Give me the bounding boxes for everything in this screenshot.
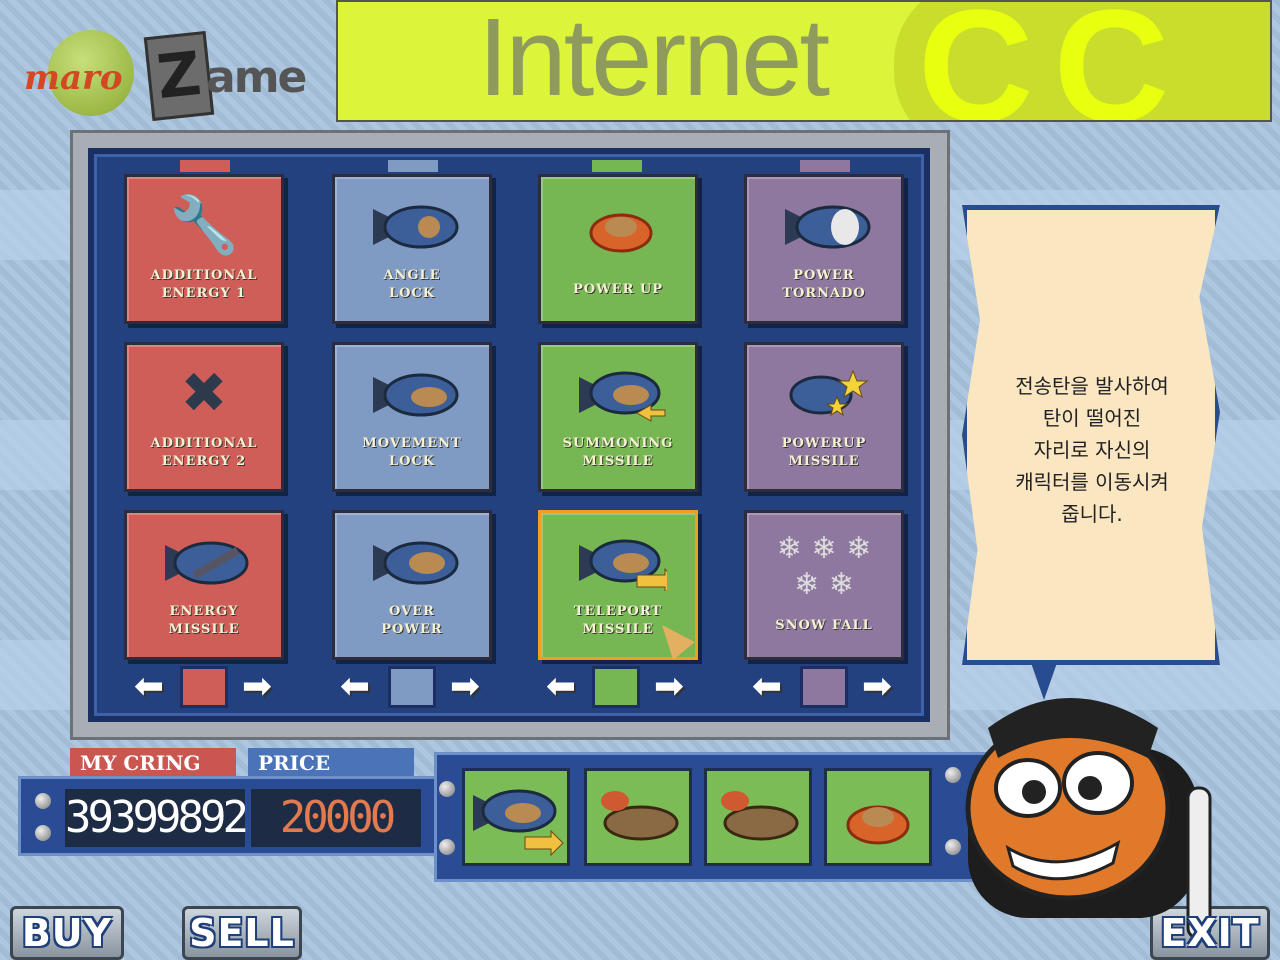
bolt-icon <box>439 839 455 855</box>
my-cring-value: 39399892 <box>65 789 249 847</box>
column-tab-purple <box>800 160 850 172</box>
fire-ring-icon <box>589 213 653 253</box>
wallet-panel: 39399892 20000 <box>18 776 438 856</box>
item-over-power[interactable]: OVER POWER <box>332 510 492 660</box>
item-label: POWER UP <box>572 282 664 297</box>
item-energy-missile[interactable]: ENERGY MISSILE <box>124 510 284 660</box>
next-arrow-green[interactable]: ➡ <box>648 668 690 706</box>
item-label: SUMMONING MISSILE <box>562 436 674 469</box>
snowflake-icon: ❄ ❄ ❄ ❄ ❄ <box>776 531 872 602</box>
item-snow-fall[interactable]: ❄ ❄ ❄ ❄ ❄ SNOW FALL <box>744 510 904 660</box>
item-additional-energy-1[interactable]: 🔧 ADDITIONAL ENERGY 1 <box>124 174 284 324</box>
logo-text-maro: maro <box>24 58 123 98</box>
my-cring-label: MY CRING <box>70 748 236 778</box>
item-label: ADDITIONAL ENERGY 1 <box>150 268 258 301</box>
column-tab-red <box>180 160 230 172</box>
missile-icon <box>373 541 459 585</box>
next-arrow-purple[interactable]: ➡ <box>856 668 898 706</box>
buy-button[interactable]: BUY <box>10 906 124 960</box>
missile-icon <box>785 205 871 249</box>
tank-icon <box>601 791 679 841</box>
missile-icon <box>373 373 459 417</box>
inventory-slot[interactable] <box>704 768 812 866</box>
wrench-icon: 🔧 <box>169 193 239 258</box>
item-label: POWER TORNADO <box>782 268 866 301</box>
item-power-up[interactable]: POWER UP <box>538 174 698 324</box>
crossed-wrenches-icon: ✖ <box>180 361 228 426</box>
item-description: 전송탄을 발사하여 탄이 떨어진 자리로 자신의 캐릭터를 이동시켜 줍니다. <box>1015 374 1169 526</box>
item-summoning-missile[interactable]: SUMMONING MISSILE <box>538 342 698 492</box>
exit-button[interactable]: EXIT <box>1150 906 1270 960</box>
tank-icon <box>721 791 799 841</box>
prev-arrow-red[interactable]: ⬅ <box>128 668 170 706</box>
prev-arrow-blue[interactable]: ⬅ <box>334 668 376 706</box>
stars-missile-icon <box>789 369 869 417</box>
price-label: PRICE <box>248 748 414 778</box>
item-label: MOVEMENT LOCK <box>362 436 462 469</box>
swatch-green <box>592 666 640 708</box>
logo-text-ame: ame <box>206 52 307 103</box>
item-additional-energy-2[interactable]: ✖ ADDITIONAL ENERGY 2 <box>124 342 284 492</box>
item-powerup-missile[interactable]: POWERUP MISSILE <box>744 342 904 492</box>
item-label: POWERUP MISSILE <box>781 436 867 469</box>
bolt-icon <box>439 781 455 797</box>
banner-tagline: Internet <box>478 0 830 119</box>
teleport-missile-icon <box>473 789 564 857</box>
price-value: 20000 <box>251 789 421 847</box>
missile-icon <box>165 541 249 585</box>
banner-cc: CC <box>918 0 1190 122</box>
prev-arrow-green[interactable]: ⬅ <box>540 668 582 706</box>
logo-z-icon: Z <box>143 30 215 122</box>
missile-icon <box>579 539 667 591</box>
internet-cc-banner: CC Internet <box>336 0 1272 122</box>
bolt-icon <box>35 793 51 809</box>
fire-ring-icon <box>846 805 910 845</box>
missile-icon <box>373 205 459 249</box>
column-tab-blue <box>388 160 438 172</box>
item-power-tornado[interactable]: POWER TORNADO <box>744 174 904 324</box>
item-teleport-missile[interactable]: TELEPORT MISSILE <box>538 510 698 661</box>
item-label: OVER POWER <box>381 604 443 637</box>
swatch-blue <box>388 666 436 708</box>
item-label: ADDITIONAL ENERGY 2 <box>150 436 258 469</box>
item-label: ENERGY MISSILE <box>168 604 240 637</box>
item-movement-lock[interactable]: MOVEMENT LOCK <box>332 342 492 492</box>
swatch-red <box>180 666 228 708</box>
missile-icon <box>579 371 666 422</box>
column-tab-green <box>592 160 642 172</box>
inventory-slot[interactable] <box>462 768 570 866</box>
inventory-slot[interactable] <box>824 768 932 866</box>
item-label: SNOW FALL <box>775 618 873 633</box>
next-arrow-blue[interactable]: ➡ <box>444 668 486 706</box>
item-angle-lock[interactable]: ANGLE LOCK <box>332 174 492 324</box>
inventory-slot[interactable] <box>584 768 692 866</box>
item-label: ANGLE LOCK <box>383 268 441 301</box>
game-logo: maro Z ame <box>18 22 328 122</box>
swatch-purple <box>800 666 848 708</box>
bolt-icon <box>35 825 51 841</box>
next-arrow-red[interactable]: ➡ <box>236 668 278 706</box>
sell-button[interactable]: SELL <box>182 906 302 960</box>
prev-arrow-purple[interactable]: ⬅ <box>746 668 788 706</box>
